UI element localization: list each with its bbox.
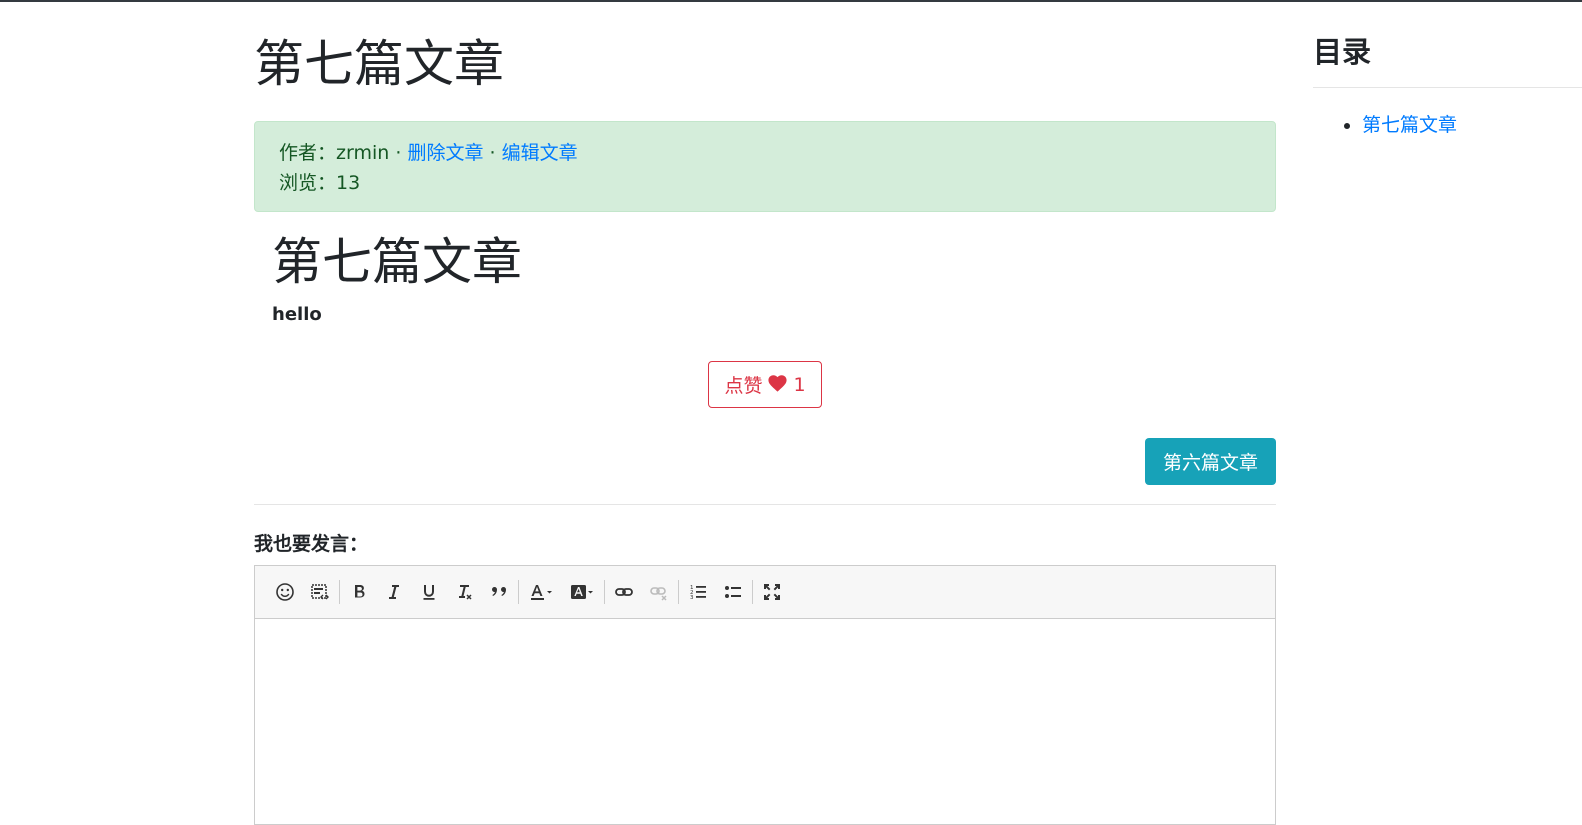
article-info-box: 作者：zrmin · 删除文章 · 编辑文章 浏览：13 bbox=[254, 121, 1276, 212]
underline-icon[interactable] bbox=[413, 576, 445, 608]
background-color-icon[interactable] bbox=[563, 576, 601, 608]
italic-icon[interactable] bbox=[378, 576, 410, 608]
toc-list: 第七篇文章 bbox=[1313, 110, 1457, 137]
clear-format-icon[interactable] bbox=[448, 576, 480, 608]
article-body: 第七篇文章 hello bbox=[272, 230, 1262, 325]
toc-item: 第七篇文章 bbox=[1362, 110, 1457, 137]
author-label: 作者： bbox=[279, 142, 337, 164]
emoji-icon[interactable] bbox=[269, 576, 301, 608]
views-line: 浏览：13 bbox=[279, 168, 1251, 198]
like-count: 1 bbox=[793, 373, 806, 396]
page-title: 第七篇文章 bbox=[254, 35, 504, 93]
author-name: zrmin bbox=[336, 142, 390, 164]
fullscreen-icon[interactable] bbox=[756, 576, 788, 608]
comment-label: 我也要发言： bbox=[254, 533, 369, 555]
article-heading: 第七篇文章 bbox=[272, 233, 522, 291]
heart-icon bbox=[767, 373, 788, 397]
unordered-list-icon[interactable] bbox=[717, 576, 749, 608]
toc-title: 目录 bbox=[1313, 35, 1372, 69]
source-code-icon[interactable] bbox=[304, 576, 336, 608]
svg-text:3: 3 bbox=[690, 595, 694, 601]
article-text: hello bbox=[272, 304, 322, 325]
separator: · bbox=[489, 142, 496, 164]
comment-textarea[interactable] bbox=[255, 619, 1275, 819]
toc-divider bbox=[1313, 87, 1582, 88]
next-article-button[interactable]: 第六篇文章 bbox=[1145, 438, 1276, 485]
toolbar-separator bbox=[678, 580, 679, 604]
toolbar-separator bbox=[518, 580, 519, 604]
toolbar-separator bbox=[752, 580, 753, 604]
like-label: 点赞 bbox=[724, 375, 763, 397]
toc-link[interactable]: 第七篇文章 bbox=[1362, 114, 1457, 136]
text-color-icon[interactable] bbox=[522, 576, 560, 608]
toolbar-separator bbox=[604, 580, 605, 604]
comment-editor: 123 bbox=[254, 565, 1276, 825]
ordered-list-icon[interactable]: 123 bbox=[682, 576, 714, 608]
views-count: 13 bbox=[336, 172, 361, 194]
divider bbox=[254, 504, 1276, 505]
toolbar-separator bbox=[339, 580, 340, 604]
author-line: 作者：zrmin · 删除文章 · 编辑文章 bbox=[279, 138, 1251, 168]
views-label: 浏览： bbox=[279, 172, 337, 194]
unlink-icon[interactable] bbox=[643, 576, 675, 608]
editor-toolbar: 123 bbox=[255, 566, 1275, 619]
link-icon[interactable] bbox=[608, 576, 640, 608]
delete-article-link[interactable]: 删除文章 bbox=[407, 142, 483, 164]
bold-icon[interactable] bbox=[343, 576, 375, 608]
like-button[interactable]: 点赞 1 bbox=[708, 361, 822, 408]
edit-article-link[interactable]: 编辑文章 bbox=[502, 142, 578, 164]
separator: · bbox=[395, 142, 402, 164]
quote-icon[interactable] bbox=[483, 576, 515, 608]
